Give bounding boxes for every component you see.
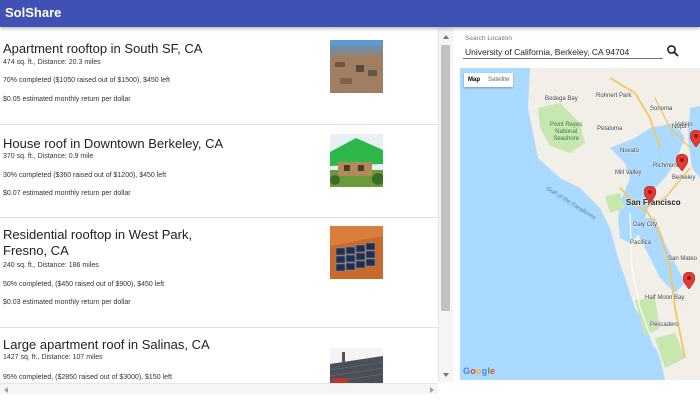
map-label: Bodega Bay — [545, 96, 578, 102]
map-type-satellite-tab[interactable]: Satellite — [484, 73, 513, 87]
scrollbar-thumb[interactable] — [441, 45, 450, 311]
map-marker-pin-icon[interactable] — [676, 154, 688, 171]
listings-pane[interactable]: Apartment rooftop in South SF, CA 474 sq… — [0, 27, 453, 400]
map-label: Mill Valley — [615, 170, 642, 176]
map-label: Rohnert Park — [596, 93, 632, 99]
map-label: Pacifica — [630, 240, 652, 246]
list-horizontal-scrollbar[interactable] — [0, 383, 438, 394]
map-label: Novato — [620, 148, 640, 154]
listing-title[interactable]: Large apartment roof in Salinas, CA — [3, 337, 233, 353]
app-title: SolShare — [5, 5, 62, 20]
listing-photo — [330, 348, 383, 383]
listing-card[interactable]: Apartment rooftop in South SF, CA 474 sq… — [0, 27, 438, 125]
map-label: Sonoma — [650, 106, 673, 112]
search-input[interactable] — [463, 45, 663, 59]
map-marker-pin-icon[interactable] — [683, 272, 695, 289]
map-label: Berkeley — [672, 175, 696, 181]
map-canvas[interactable] — [460, 68, 700, 380]
listing-photo — [330, 134, 383, 187]
listing-card[interactable]: Residential rooftop in West Park, Fresno… — [0, 218, 438, 328]
listing-progress: 95% completed, ($2850 raised out of $300… — [3, 374, 172, 381]
search-label: Search Location — [465, 35, 512, 42]
listing-return: $0.03 estimated monthly return per dolla… — [3, 299, 131, 306]
map-view[interactable] — [460, 68, 700, 380]
map-type-toggle[interactable]: Map Satellite — [464, 73, 514, 87]
app-bar: SolShare — [0, 0, 700, 27]
listing-details: 370 sq. ft., Distance: 0.9 mile — [3, 153, 94, 160]
map-label: San Mateo — [668, 256, 698, 262]
listing-title[interactable]: House roof in Downtown Berkeley, CA — [3, 136, 233, 152]
scroll-down-arrow-icon[interactable] — [443, 373, 449, 377]
map-label: Point Reyes National Seashore — [550, 122, 583, 142]
list-vertical-scrollbar[interactable] — [438, 27, 453, 382]
scroll-up-arrow-icon[interactable] — [443, 35, 449, 39]
scroll-left-arrow-icon[interactable] — [4, 387, 8, 393]
listing-title[interactable]: Residential rooftop in West Park, Fresno… — [3, 227, 233, 259]
map-marker-pin-icon[interactable] — [690, 130, 700, 147]
search-icon[interactable] — [666, 44, 680, 58]
listing-return: $0.05 estimated monthly return per dolla… — [3, 96, 131, 103]
map-label: Pescadero — [650, 322, 679, 328]
map-label-vallejo: Vallejo — [675, 122, 693, 128]
listing-title[interactable]: Apartment rooftop in South SF, CA — [3, 41, 233, 57]
listing-card[interactable]: House roof in Downtown Berkeley, CA 370 … — [0, 125, 438, 218]
listing-progress: 70% completed ($1050 raised out of $1500… — [3, 77, 170, 84]
scroll-right-arrow-icon[interactable] — [430, 387, 434, 393]
listing-progress: 50% completed, ($450 raised out of $900)… — [3, 281, 165, 288]
listing-photo — [330, 226, 383, 279]
listing-details: 474 sq. ft., Distance: 20.3 miles — [3, 59, 101, 66]
listing-photo — [330, 40, 383, 93]
listing-details: 1427 sq. ft., Distance: 107 miles — [3, 354, 103, 361]
map-label: Petaluma — [597, 126, 623, 132]
listing-progress: 30% completed ($360 raised out of $1200)… — [3, 172, 167, 179]
google-logo: Google — [463, 366, 496, 376]
listing-details: 240 sq. ft., Distance: 186 miles — [3, 262, 99, 269]
map-type-map-tab[interactable]: Map — [464, 73, 484, 87]
map-label: Daly City — [633, 222, 658, 228]
listing-return: $0.07 estimated monthly return per dolla… — [3, 190, 131, 197]
map-marker-pin-icon[interactable] — [644, 186, 656, 203]
map-label: Half Moon Bay — [645, 295, 685, 301]
